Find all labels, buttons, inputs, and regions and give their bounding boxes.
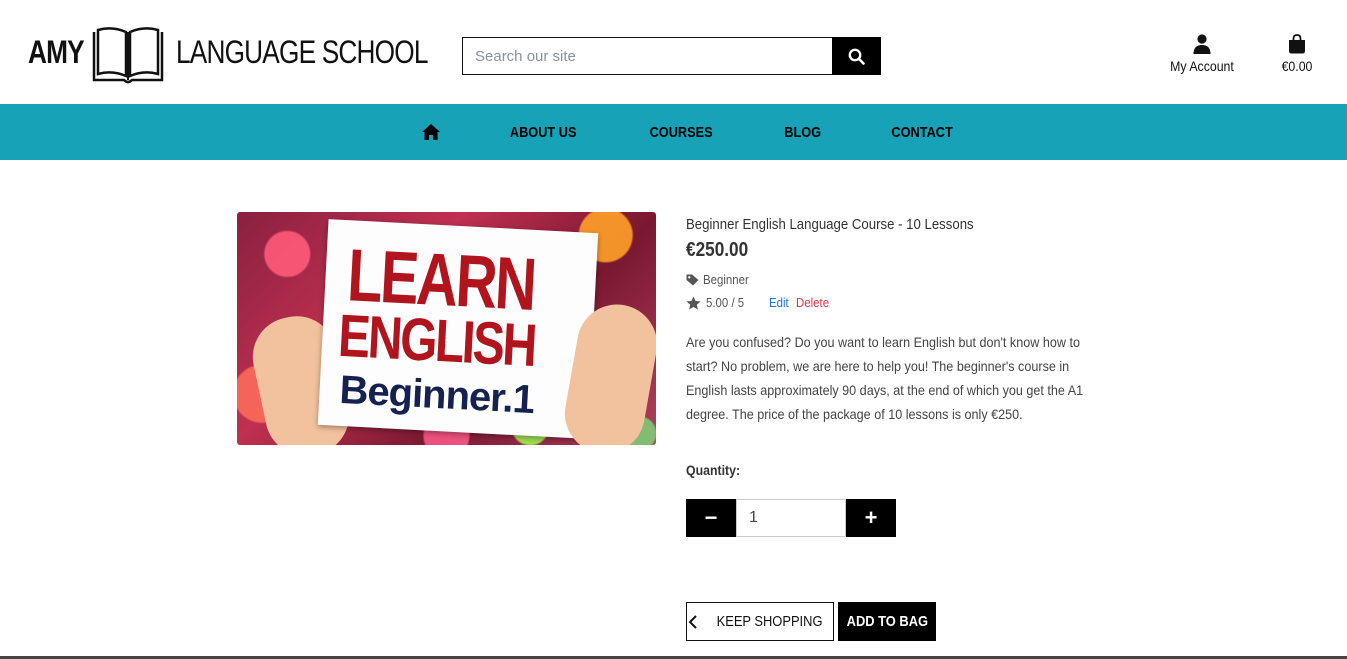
book-icon [92,27,164,84]
site-header: AMY LANGUAGE SCHOOL My Account €0. [0,0,1347,104]
star-icon [686,296,701,309]
keep-shopping-label: KEEP SHOPPING [717,613,823,630]
product-rating: 5.00 / 5 Edit Delete [686,295,1106,310]
bag-total: €0.00 [1281,58,1313,74]
search-button[interactable] [832,37,881,75]
image-text-english: ENGLISH [336,301,537,379]
decrement-quantity-button[interactable]: − [686,499,736,537]
product-description: Are you confused? Do you want to learn E… [686,334,1084,422]
logo-text-amy: AMY [28,34,85,70]
quantity-input[interactable] [736,499,846,537]
image-text-beginner: Beginner.1 [338,367,536,423]
delete-product-link[interactable]: Delete [796,295,829,310]
add-to-bag-label: ADD TO BAG [846,613,928,630]
keep-shopping-button[interactable]: KEEP SHOPPING [686,602,834,641]
shopping-bag-link[interactable]: €0.00 [1270,34,1324,74]
search-form [462,37,881,75]
rating-value: 5.00 / 5 [706,295,745,310]
nav-blog[interactable]: BLOG [784,124,821,141]
edit-product-link[interactable]: Edit [769,295,789,310]
product-image: LEARN ENGLISH Beginner.1 [237,212,656,445]
category-link[interactable]: Beginner [703,272,749,287]
chevron-left-icon [689,614,698,629]
my-account-label: My Account [1170,58,1234,74]
product-image-sign: LEARN ENGLISH Beginner.1 [317,219,599,439]
search-input[interactable] [462,37,832,75]
product-name: Beginner English Language Course - 10 Le… [686,216,974,233]
user-icon [1193,34,1211,54]
increment-quantity-button[interactable]: + [846,499,896,537]
my-account-link[interactable]: My Account [1162,34,1242,74]
shopping-bag-icon [1289,34,1305,54]
main-navigation: ABOUT US COURSES BLOG CONTACT [0,104,1347,160]
add-to-bag-button[interactable]: ADD TO BAG [838,602,936,641]
nav-items: ABOUT US COURSES BLOG CONTACT [420,104,958,160]
nav-courses[interactable]: COURSES [650,124,713,141]
product-details: Beginner English Language Course - 10 Le… [686,212,1106,426]
nav-home-link[interactable] [420,121,442,143]
nav-about-us[interactable]: ABOUT US [510,124,577,141]
product-category: Beginner [686,272,1106,287]
tag-icon [686,274,699,285]
product-price: €250.00 [686,239,749,261]
search-icon [848,48,865,65]
quantity-label: Quantity: [686,462,741,478]
logo-text-school: LANGUAGE SCHOOL [176,34,428,70]
quantity-stepper: − + [686,499,896,537]
home-icon [422,124,440,140]
nav-contact[interactable]: CONTACT [891,124,952,141]
